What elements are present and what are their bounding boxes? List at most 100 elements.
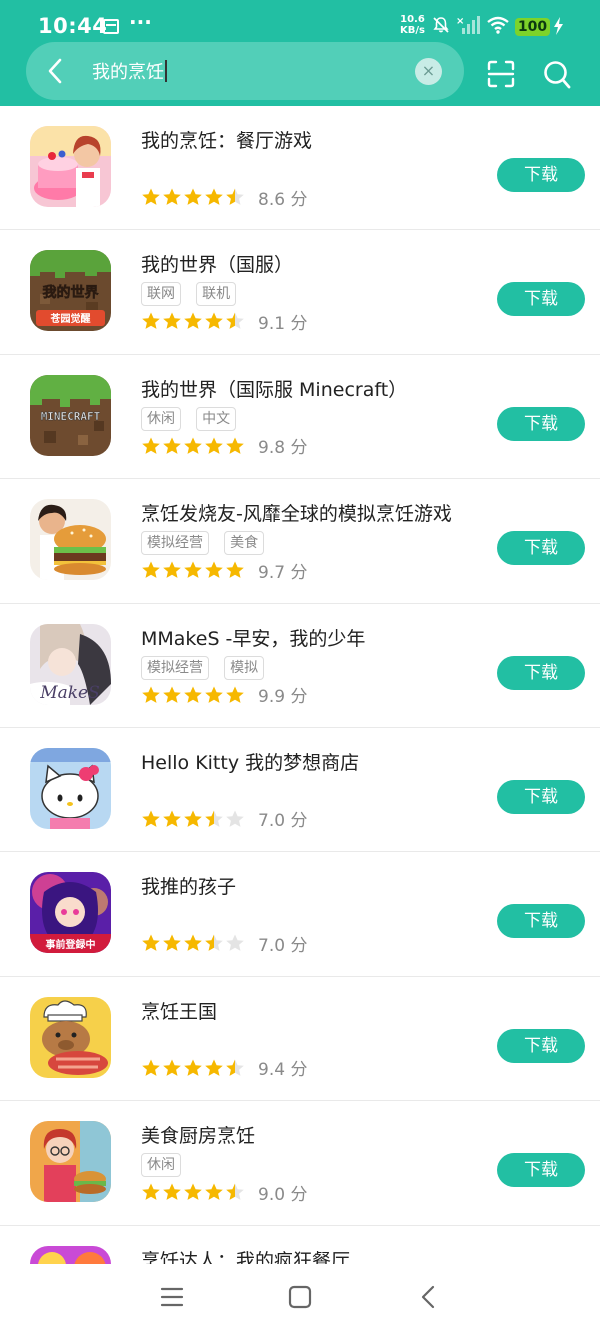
app-icon-cooking-cake[interactable]: [30, 126, 111, 207]
clear-search-button[interactable]: ×: [415, 58, 442, 85]
star-full-icon: [142, 1183, 160, 1201]
app-name[interactable]: 我的世界（国际服 Minecraft）: [141, 375, 407, 402]
list-item[interactable]: 烹饪王国 9.4 分 下载: [0, 977, 600, 1102]
search-bar[interactable]: 我的烹饪 ×: [26, 42, 464, 100]
app-icon-makes[interactable]: MakeS: [30, 623, 111, 705]
list-item[interactable]: 烹饪达人：我的疯狂餐厅: [0, 1226, 600, 1264]
app-icon-minecraft[interactable]: MINECRAFT: [30, 374, 111, 456]
app-score: 9.4 分: [258, 1060, 308, 1081]
app-icon-crazy-restaurant[interactable]: [30, 1245, 111, 1264]
app-tags: 模拟经营 美食: [141, 531, 274, 556]
star-full-icon: [184, 686, 202, 703]
star-full-icon: [142, 188, 160, 205]
list-item[interactable]: 事前登録中 我推的孩子 7.0 分 下载: [0, 852, 600, 977]
app-tag: 联网: [141, 282, 181, 307]
star-rating: [141, 685, 246, 705]
star-full-icon: [226, 686, 244, 703]
download-button[interactable]: 下载: [497, 655, 585, 690]
back-arrow-icon[interactable]: [44, 56, 68, 86]
star-rating: [141, 560, 246, 580]
app-name[interactable]: 我的世界（国服）: [141, 250, 293, 277]
status-bar: 10:44 ··· 10.6 KB/s × 100: [0, 0, 600, 44]
icon-text-top: 我的世界: [43, 284, 100, 301]
app-icon-minecraft-cn[interactable]: 我的世界 苍园觉醒: [30, 250, 111, 332]
star-full-icon: [184, 810, 202, 827]
app-score: 9.0 分: [258, 1184, 308, 1205]
star-half-icon: [226, 188, 244, 205]
star-empty-icon: [226, 810, 244, 827]
star-full-icon: [184, 561, 202, 579]
app-icon-capybara-chef[interactable]: [30, 996, 111, 1078]
list-item[interactable]: Hello Kitty 我的梦想商店 7.0 分 下载: [0, 728, 600, 853]
star-half-icon: [226, 1183, 244, 1201]
menu-icon[interactable]: [160, 1284, 184, 1310]
charging-icon: [554, 17, 563, 35]
star-half-icon: [205, 810, 223, 827]
app-name[interactable]: MMakeS -早安，我的少年: [141, 624, 365, 651]
app-name[interactable]: 烹饪王国: [141, 997, 217, 1024]
app-rating: 9.0 分: [141, 1181, 308, 1205]
star-rating: [141, 436, 246, 456]
scan-icon[interactable]: [487, 60, 515, 88]
back-icon[interactable]: [418, 1284, 438, 1310]
download-button[interactable]: 下载: [497, 282, 585, 317]
list-item[interactable]: 美食厨房烹饪 休闲 9.0 分 下载: [0, 1101, 600, 1226]
download-button[interactable]: 下载: [497, 158, 585, 192]
app-rating: 8.6 分: [141, 186, 308, 210]
star-full-icon: [142, 810, 160, 827]
search-input[interactable]: 我的烹饪: [92, 58, 392, 84]
download-button[interactable]: 下载: [497, 531, 585, 566]
app-name[interactable]: Hello Kitty 我的梦想商店: [141, 748, 359, 775]
icon-text: MakeS: [39, 683, 100, 703]
list-item[interactable]: 我的烹饪：餐厅游戏 8.6 分 下载: [0, 106, 600, 231]
app-icon-hello-kitty[interactable]: [30, 747, 111, 829]
star-full-icon: [142, 312, 160, 330]
star-full-icon: [205, 561, 223, 579]
app-tag: 休闲: [141, 406, 181, 431]
app-icon-oshi-no-ko[interactable]: 事前登録中: [30, 872, 111, 954]
download-button[interactable]: 下载: [497, 904, 585, 939]
app-tags: 模拟经营 模拟: [141, 655, 274, 680]
star-full-icon: [163, 312, 181, 330]
search-icon[interactable]: [543, 60, 571, 90]
app-rating: 9.8 分: [141, 435, 307, 458]
star-full-icon: [184, 934, 202, 952]
icon-text-bottom: 苍园觉醒: [50, 312, 91, 325]
star-full-icon: [205, 1183, 223, 1201]
app-tag: 模拟: [224, 655, 265, 680]
star-full-icon: [163, 437, 181, 454]
app-icon-burger-chef[interactable]: [30, 499, 111, 581]
list-item[interactable]: MakeS MMakeS -早安，我的少年 模拟经营 模拟 9.9 分 下载: [0, 604, 600, 728]
list-item[interactable]: MINECRAFT 我的世界（国际服 Minecraft） 休闲 中文 9.8 …: [0, 355, 600, 480]
app-name[interactable]: 美食厨房烹饪: [141, 1121, 255, 1148]
icon-text: 事前登録中: [46, 938, 96, 951]
star-full-icon: [142, 437, 160, 454]
star-full-icon: [163, 934, 181, 952]
search-results-list[interactable]: 我的烹饪：餐厅游戏 8.6 分 下载 我的世界 苍园觉醒 我的世界（国服） 联网…: [0, 106, 600, 1264]
home-icon[interactable]: [287, 1284, 313, 1310]
app-name[interactable]: 烹饪发烧友-风靡全球的模拟烹饪游戏: [141, 499, 452, 526]
app-rating: 9.7 分: [141, 559, 307, 583]
star-rating: [141, 187, 246, 207]
app-name[interactable]: 烹饪达人：我的疯狂餐厅: [141, 1246, 350, 1264]
app-rating: 9.4 分: [141, 1057, 308, 1081]
app-tag: 美食: [224, 531, 265, 556]
app-score: 8.6 分: [258, 189, 308, 210]
star-full-icon: [142, 1059, 160, 1076]
star-rating: [141, 933, 246, 953]
star-empty-icon: [226, 934, 244, 952]
app-score: 9.9 分: [258, 687, 308, 708]
download-button[interactable]: 下载: [497, 1153, 585, 1188]
app-name[interactable]: 我推的孩子: [141, 872, 236, 899]
app-icon-kitchen-girl[interactable]: [30, 1121, 111, 1203]
list-item[interactable]: 烹饪发烧友-风靡全球的模拟烹饪游戏 模拟经营 美食 9.7 分 下载: [0, 479, 600, 604]
wifi-icon: [487, 16, 509, 34]
list-item[interactable]: 我的世界 苍园觉醒 我的世界（国服） 联网 联机 9.1 分 下载: [0, 230, 600, 355]
star-full-icon: [205, 312, 223, 330]
app-name[interactable]: 我的烹饪：餐厅游戏: [141, 126, 312, 153]
star-half-icon: [205, 934, 223, 952]
download-button[interactable]: 下载: [497, 779, 585, 814]
app-rating: 9.9 分: [141, 684, 308, 708]
download-button[interactable]: 下载: [497, 406, 585, 441]
download-button[interactable]: 下载: [497, 1028, 585, 1063]
